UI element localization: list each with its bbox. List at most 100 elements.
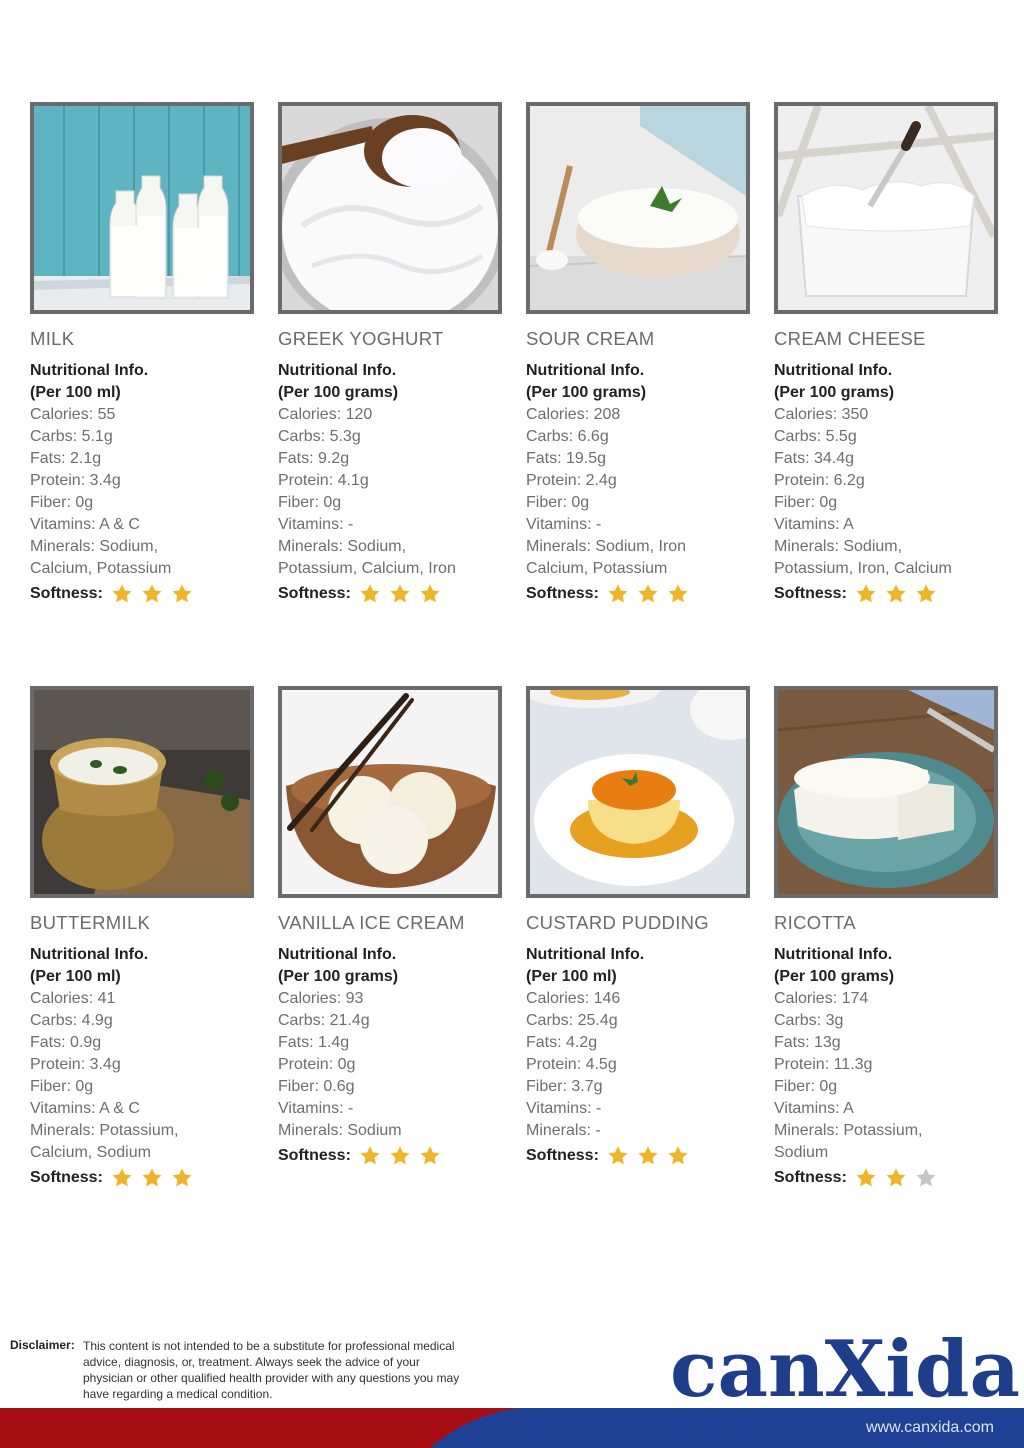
nutrition-info: Nutritional Info. (Per 100 grams) Calori… bbox=[278, 944, 502, 1168]
nutrition-line: Protein: 6.2g bbox=[774, 472, 865, 489]
serving-size: (Per 100 grams) bbox=[278, 968, 399, 985]
nutrition-line: Minerals: Potassium, bbox=[30, 1122, 179, 1139]
nutrition-line: Carbs: 6.6g bbox=[526, 428, 609, 445]
softness-rating: Softness: bbox=[526, 1144, 750, 1168]
product-name: CUSTARD PUDDING bbox=[526, 912, 709, 933]
nutrition-line: Calories: 174 bbox=[774, 990, 869, 1007]
nutrition-line: Carbs: 21.4g bbox=[278, 1012, 370, 1029]
star-filled-icon bbox=[916, 584, 936, 603]
nutrition-line: Fats: 9.2g bbox=[278, 450, 350, 467]
product-name: RICOTTA bbox=[774, 912, 856, 933]
custard-pudding-photo bbox=[526, 686, 750, 898]
nutrition-line: Vitamins: - bbox=[526, 1100, 602, 1117]
nutrition-line: Fats: 34.4g bbox=[774, 450, 855, 467]
star-filled-icon bbox=[172, 584, 192, 603]
nutrition-line: Calories: 208 bbox=[526, 406, 621, 423]
nutrition-line: Fiber: 0g bbox=[278, 494, 342, 511]
product-name: CREAM CHEESE bbox=[774, 328, 926, 349]
product-name: VANILLA ICE CREAM bbox=[278, 912, 465, 933]
nutrition-line: Carbs: 25.4g bbox=[526, 1012, 618, 1029]
star-filled-icon bbox=[360, 1146, 380, 1165]
star-filled-icon bbox=[420, 584, 440, 603]
nutrition-header: Nutritional Info. bbox=[278, 946, 397, 963]
nutrition-line: Calcium, Sodium bbox=[30, 1144, 151, 1161]
buttermilk-photo bbox=[30, 686, 254, 898]
greek-yoghurt-image bbox=[282, 106, 498, 310]
star-filled-icon bbox=[608, 584, 628, 603]
serving-size: (Per 100 grams) bbox=[774, 384, 895, 401]
disclaimer-text: This content is not intended to be a sub… bbox=[83, 1339, 460, 1401]
star-filled-icon bbox=[390, 584, 410, 603]
nutrition-line: Vitamins: - bbox=[526, 516, 602, 533]
nutrition-line: Fats: 19.5g bbox=[526, 450, 607, 467]
softness-rating: Softness: bbox=[30, 582, 254, 606]
nutrition-line: Protein: 4.5g bbox=[526, 1056, 617, 1073]
softness-rating: Softness: bbox=[774, 1166, 998, 1190]
buttermilk-image bbox=[34, 690, 250, 894]
star-filled-icon bbox=[886, 584, 906, 603]
nutrition-header: Nutritional Info. bbox=[526, 362, 645, 379]
nutrition-info: Nutritional Info. (Per 100 ml) Calories:… bbox=[30, 944, 254, 1190]
nutrition-line: Protein: 4.1g bbox=[278, 472, 369, 489]
nutrition-line: Vitamins: A & C bbox=[30, 1100, 140, 1117]
nutrition-line: Vitamins: - bbox=[278, 1100, 354, 1117]
nutrition-header: Nutritional Info. bbox=[278, 362, 397, 379]
nutrition-line: Fiber: 0g bbox=[30, 1078, 94, 1095]
website-url[interactable]: www.canxida.com bbox=[866, 1419, 994, 1437]
star-empty-icon bbox=[916, 1168, 936, 1187]
ricotta-image bbox=[778, 690, 994, 894]
nutrition-line: Fats: 1.4g bbox=[278, 1034, 350, 1051]
nutrition-line: Fats: 2.1g bbox=[30, 450, 102, 467]
nutrition-line: Fiber: 0g bbox=[774, 494, 838, 511]
softness-label: Softness: bbox=[30, 585, 103, 602]
nutrition-header: Nutritional Info. bbox=[30, 946, 149, 963]
milk-bottles-image bbox=[34, 106, 250, 310]
serving-size: (Per 100 grams) bbox=[278, 384, 399, 401]
softness-rating: Softness: bbox=[30, 1166, 254, 1190]
serving-size: (Per 100 ml) bbox=[526, 968, 617, 985]
nutrition-header: Nutritional Info. bbox=[526, 946, 645, 963]
softness-label: Softness: bbox=[526, 1147, 599, 1164]
softness-label: Softness: bbox=[526, 585, 599, 602]
star-filled-icon bbox=[638, 1146, 658, 1165]
sour-cream-image bbox=[530, 106, 746, 310]
ricotta-photo bbox=[774, 686, 998, 898]
custard-pudding-image bbox=[530, 690, 746, 894]
star-filled-icon bbox=[856, 1168, 876, 1187]
nutrition-line: Sodium bbox=[774, 1144, 829, 1161]
nutrition-line: Minerals: Sodium, bbox=[278, 538, 407, 555]
greek-yoghurt-photo bbox=[278, 102, 502, 314]
sour-cream-photo bbox=[526, 102, 750, 314]
nutrition-line: Minerals: Sodium, bbox=[30, 538, 159, 555]
product-name: MILK bbox=[30, 328, 75, 349]
nutrition-line: Fats: 4.2g bbox=[526, 1034, 598, 1051]
star-filled-icon bbox=[142, 1168, 162, 1187]
nutrition-line: Carbs: 3g bbox=[774, 1012, 844, 1029]
star-filled-icon bbox=[112, 584, 132, 603]
vanilla-ice-cream-image bbox=[282, 690, 498, 894]
nutrition-line: Calories: 146 bbox=[526, 990, 621, 1007]
nutrition-line: Carbs: 4.9g bbox=[30, 1012, 113, 1029]
star-filled-icon bbox=[142, 584, 162, 603]
product-name: BUTTERMILK bbox=[30, 912, 151, 933]
softness-label: Softness: bbox=[278, 585, 351, 602]
star-filled-icon bbox=[420, 1146, 440, 1165]
nutrition-line: Fiber: 3.7g bbox=[526, 1078, 603, 1095]
nutrition-info: Nutritional Info. (Per 100 grams) Calori… bbox=[774, 360, 998, 606]
nutrition-line: Minerals: - bbox=[526, 1122, 601, 1139]
softness-rating: Softness: bbox=[278, 1144, 502, 1168]
star-filled-icon bbox=[112, 1168, 132, 1187]
nutrition-line: Calories: 93 bbox=[278, 990, 364, 1007]
nutrition-info: Nutritional Info. (Per 100 grams) Calori… bbox=[526, 360, 750, 606]
nutrition-line: Protein: 11.3g bbox=[774, 1056, 873, 1073]
product-name: GREEK YOGHURT bbox=[278, 328, 444, 349]
nutrition-line: Vitamins: A bbox=[774, 1100, 854, 1117]
nutrition-line: Minerals: Potassium, bbox=[774, 1122, 923, 1139]
disclaimer-label: Disclaimer: bbox=[10, 1338, 75, 1352]
star-filled-icon bbox=[638, 584, 658, 603]
nutrition-line: Vitamins: A bbox=[774, 516, 854, 533]
nutrition-line: Carbs: 5.5g bbox=[774, 428, 857, 445]
nutrition-header: Nutritional Info. bbox=[774, 946, 893, 963]
star-filled-icon bbox=[172, 1168, 192, 1187]
nutrition-line: Fats: 13g bbox=[774, 1034, 841, 1051]
